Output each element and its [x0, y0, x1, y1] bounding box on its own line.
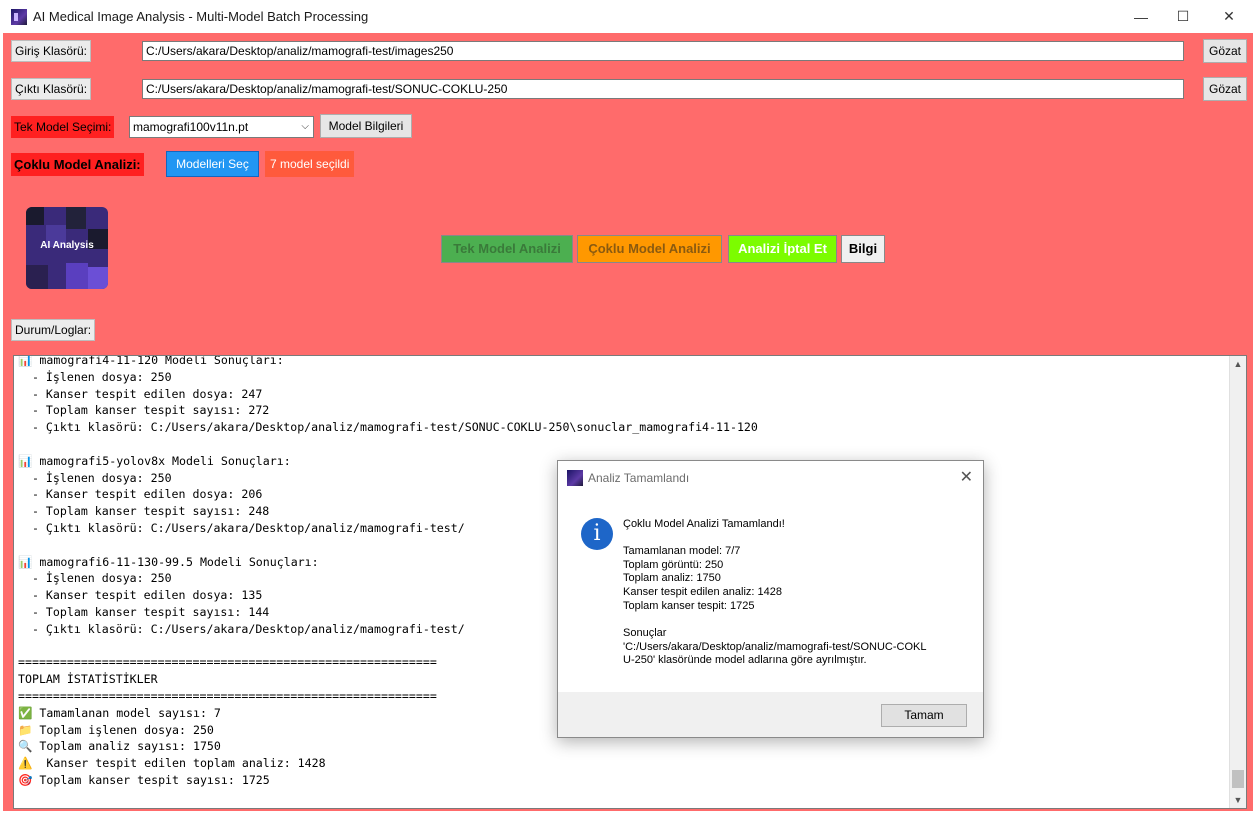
log-line: 📊 mamografi4-11-120 Modeli Sonuçları: [18, 355, 284, 367]
output-folder-field[interactable]: C:/Users/akara/Desktop/analiz/mamografi-… [142, 79, 1184, 99]
model-select-value: mamografi100v11n.pt [133, 120, 249, 134]
dialog-results: Sonuçlar 'C:/Users/akara/Desktop/analiz/… [623, 627, 927, 667]
dialog-close-icon[interactable]: ✕ [960, 467, 973, 487]
main-window: AI Medical Image Analysis - Multi-Model … [0, 0, 1256, 818]
info-icon: i [581, 518, 613, 550]
output-browse-button[interactable]: Gözat [1203, 77, 1247, 101]
analysis-complete-dialog: Analiz Tamamlandı ✕ i Çoklu Model Analiz… [557, 460, 984, 738]
dialog-footer: Tamam [558, 692, 983, 737]
scroll-up-icon[interactable]: ▲ [1230, 356, 1246, 372]
ok-button[interactable]: Tamam [881, 704, 967, 727]
scroll-thumb[interactable] [1232, 770, 1244, 788]
multi-model-label: Çoklu Model Analizi: [11, 153, 144, 176]
log-line: - İşlenen dosya: 250 [18, 369, 172, 384]
title-bar: AI Medical Image Analysis - Multi-Model … [0, 0, 1256, 33]
single-model-label: Tek Model Seçimi: [11, 116, 115, 138]
close-button[interactable]: ✕ [1206, 0, 1252, 33]
dialog-heading: Çoklu Model Analizi Tamamlandı! [623, 518, 785, 530]
model-select[interactable]: mamografi100v11n.pt ⌵ [129, 116, 314, 138]
info-button[interactable]: Bilgi [841, 235, 885, 263]
dialog-app-icon [567, 470, 583, 486]
chevron-down-icon: ⌵ [301, 121, 309, 132]
log-line: - Toplam kanser tespit sayısı: 272 [18, 403, 270, 418]
select-models-button[interactable]: Modelleri Seç [166, 151, 259, 177]
maximize-button[interactable]: ☐ [1160, 0, 1206, 33]
model-info-button[interactable]: Model Bilgileri [320, 114, 412, 138]
input-browse-button[interactable]: Gözat [1203, 39, 1247, 63]
log-line: - Kanser tespit edilen dosya: 247 [18, 386, 263, 401]
scroll-down-icon[interactable]: ▼ [1230, 792, 1246, 808]
minimize-button[interactable]: — [1118, 0, 1164, 33]
input-folder-field[interactable]: C:/Users/akara/Desktop/analiz/mamografi-… [142, 41, 1184, 61]
log-line: - Çıktı klasörü: C:/Users/akara/Desktop/… [18, 420, 758, 435]
log-line: 🎯 Toplam kanser tespit sayısı: 1725 [18, 772, 270, 787]
dialog-stats: Tamamlanan model: 7/7 Toplam görüntü: 25… [623, 545, 782, 612]
log-line: 🔍 Toplam analiz sayısı: 1750 [18, 739, 221, 754]
app-icon [11, 9, 27, 25]
single-analysis-button[interactable]: Tek Model Analizi [441, 235, 573, 263]
output-folder-label: Çıktı Klasörü: [11, 78, 92, 100]
cancel-analysis-button[interactable]: Analizi İptal Et [728, 235, 837, 263]
log-scrollbar[interactable]: ▲ ▼ [1229, 356, 1246, 808]
ai-analysis-logo: AI Analysis [26, 207, 108, 289]
log-line: ⚠️ Kanser tespit edilen toplam analiz: 1… [18, 756, 326, 771]
logo-text: AI Analysis [40, 240, 94, 251]
log-label: Durum/Loglar: [11, 319, 96, 341]
multi-analysis-button[interactable]: Çoklu Model Analizi [577, 235, 722, 263]
input-folder-label: Giriş Klasörü: [11, 40, 92, 62]
window-title: AI Medical Image Analysis - Multi-Model … [33, 9, 369, 24]
models-selected-status: 7 model seçildi [265, 151, 355, 177]
dialog-title: Analiz Tamamlandı [588, 471, 690, 485]
